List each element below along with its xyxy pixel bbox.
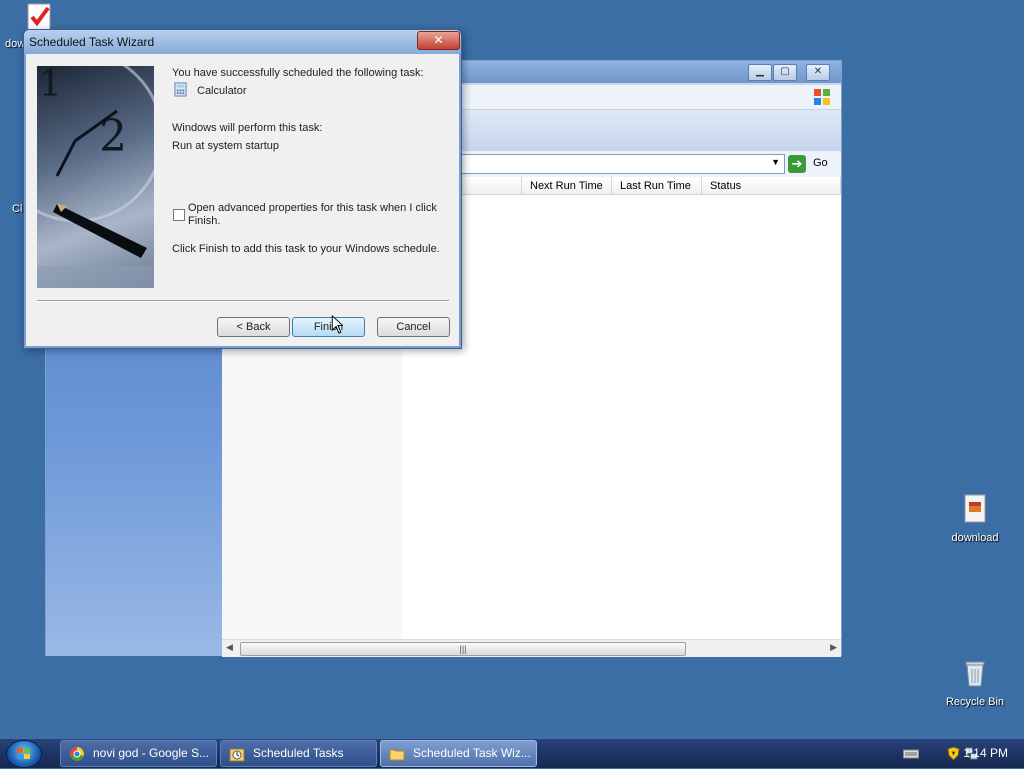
windows-flag-icon bbox=[17, 748, 30, 759]
dialog-title: Scheduled Task Wizard bbox=[29, 35, 155, 49]
download-file-icon bbox=[964, 494, 986, 523]
taskbar-item-scheduled-task-wizard[interactable]: Scheduled Task Wiz... bbox=[380, 740, 537, 767]
finish-button[interactable]: Finish bbox=[292, 317, 365, 337]
taskbar-item-label: novi god - Google S... bbox=[93, 746, 210, 760]
mouse-cursor-icon bbox=[331, 315, 343, 334]
cancel-button[interactable]: Cancel bbox=[377, 317, 450, 337]
taskbar: novi god - Google S... Scheduled Tasks S… bbox=[0, 738, 1024, 768]
desktop-icon-download[interactable]: download bbox=[939, 493, 1011, 544]
recycle-bin-icon bbox=[965, 661, 985, 687]
taskbar-clock[interactable]: 1:14 PM bbox=[963, 746, 1008, 760]
minimize-button[interactable]: ▁ bbox=[748, 64, 772, 81]
open-advanced-properties-label-line2[interactable]: Finish. bbox=[188, 215, 220, 227]
desktop-icon-label: download bbox=[951, 532, 999, 544]
clock-pen-illustration-icon: 2 1 bbox=[37, 66, 154, 288]
success-message: You have successfully scheduled the foll… bbox=[172, 67, 424, 79]
maximize-button[interactable]: ▢ bbox=[773, 64, 797, 81]
desktop-icon-label-partial: Cl bbox=[12, 203, 23, 215]
scroll-right-icon[interactable]: ▶ bbox=[830, 642, 837, 653]
task-name: Calculator bbox=[197, 85, 247, 97]
dialog-titlebar[interactable]: Scheduled Task Wizard ✕ bbox=[24, 30, 461, 54]
desktop-icon-label: Recycle Bin bbox=[945, 696, 1005, 708]
windows-logo-icon bbox=[814, 89, 830, 105]
wizard-clock-pen-image: 2 1 bbox=[37, 66, 154, 288]
system-tray: 1:14 PM bbox=[874, 739, 1024, 769]
desktop-icon-recycle-bin[interactable]: Recycle Bin bbox=[939, 657, 1011, 708]
horizontal-scrollbar[interactable]: ◀ ||| ▶ bbox=[222, 639, 841, 657]
go-label: Go bbox=[813, 157, 828, 169]
security-shield-icon[interactable] bbox=[947, 746, 960, 761]
chevron-down-icon[interactable]: ▼ bbox=[771, 157, 780, 167]
svg-text:2: 2 bbox=[99, 111, 127, 162]
column-header-last-run-time[interactable]: Last Run Time bbox=[612, 177, 702, 195]
column-header-status[interactable]: Status bbox=[702, 177, 841, 195]
start-button[interactable] bbox=[6, 740, 42, 768]
taskbar-item-label: Scheduled Task Wiz... bbox=[413, 746, 531, 760]
scroll-thumb[interactable]: ||| bbox=[240, 642, 686, 656]
column-header-next-run-time[interactable]: Next Run Time bbox=[522, 177, 612, 195]
go-button[interactable]: ➔ Go bbox=[788, 154, 838, 174]
open-advanced-properties-label[interactable]: Open advanced properties for this task w… bbox=[188, 202, 437, 214]
calculator-icon bbox=[174, 82, 187, 97]
chrome-icon bbox=[70, 747, 84, 761]
taskbar-item-scheduled-tasks[interactable]: Scheduled Tasks bbox=[220, 740, 377, 767]
scheduled-task-wizard-dialog: Scheduled Task Wizard ✕ 2 1 You have suc… bbox=[23, 29, 462, 349]
go-arrow-icon: ➔ bbox=[788, 155, 806, 173]
folder-icon bbox=[389, 749, 405, 761]
dialog-close-button[interactable]: ✕ bbox=[417, 31, 460, 50]
back-button[interactable]: < Back bbox=[217, 317, 290, 337]
dialog-body: 2 1 You have successfully scheduled the … bbox=[26, 54, 459, 346]
dialog-separator bbox=[37, 300, 449, 302]
scroll-left-icon[interactable]: ◀ bbox=[226, 642, 233, 653]
open-advanced-properties-checkbox[interactable] bbox=[173, 209, 185, 221]
taskbar-item-chrome[interactable]: novi god - Google S... bbox=[60, 740, 217, 767]
schedule-text: Run at system startup bbox=[172, 140, 279, 152]
close-button[interactable]: ✕ bbox=[806, 64, 830, 81]
svg-text:1: 1 bbox=[39, 66, 62, 105]
perform-label: Windows will perform this task: bbox=[172, 122, 323, 134]
taskbar-item-label: Scheduled Tasks bbox=[253, 746, 344, 760]
finish-hint: Click Finish to add this task to your Wi… bbox=[172, 243, 440, 255]
scheduled-tasks-icon bbox=[229, 748, 245, 762]
keyboard-icon[interactable] bbox=[903, 748, 919, 760]
